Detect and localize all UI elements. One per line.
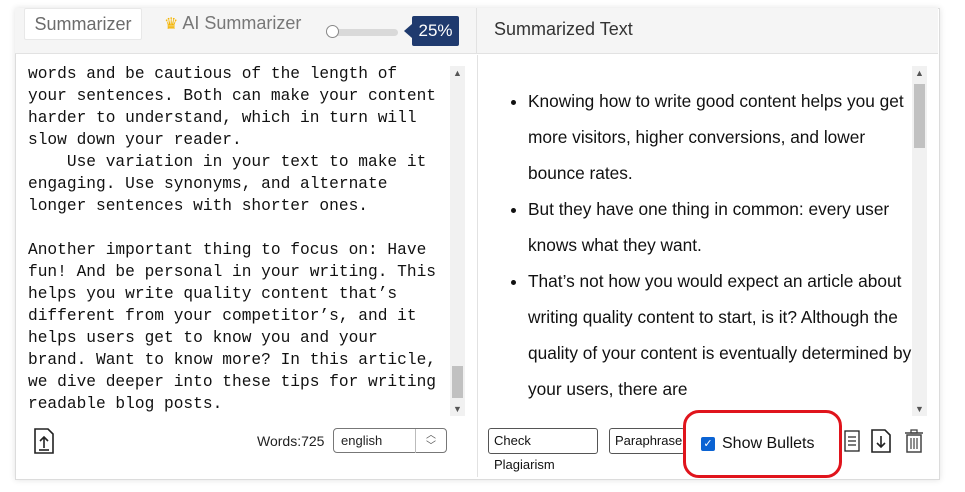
check-plagiarism-button[interactable]: Check Plagiarism xyxy=(488,428,598,472)
list-item: Knowing how to write good content helps … xyxy=(528,83,913,191)
copy-icon[interactable] xyxy=(844,430,860,452)
language-select[interactable]: english ︿ ﹀ xyxy=(333,428,447,453)
list-item: That’s not how you would expect an artic… xyxy=(528,263,913,407)
input-scrollbar[interactable]: ▲ ▼ xyxy=(450,66,465,416)
language-value: english xyxy=(341,433,383,448)
show-bullets-checkbox[interactable]: ✓ xyxy=(701,437,715,451)
summary-percent-badge: 25% xyxy=(404,16,459,46)
summary-length-slider-thumb[interactable] xyxy=(326,25,339,38)
tab-ai-summarizer-label: AI Summarizer xyxy=(182,13,302,33)
summarized-text-title: Summarized Text xyxy=(494,19,633,39)
input-scrollbar-thumb[interactable] xyxy=(452,366,463,398)
scroll-down-icon[interactable]: ▼ xyxy=(450,402,465,416)
output-scrollbar-thumb[interactable] xyxy=(914,84,925,148)
word-count: Words:725 xyxy=(257,433,325,449)
summary-bullet-list: Knowing how to write good content helps … xyxy=(508,83,913,407)
tab-ai-summarizer[interactable]: ♛ AI Summarizer xyxy=(164,8,301,38)
scroll-up-icon[interactable]: ▲ xyxy=(450,66,465,80)
crown-icon: ♛ xyxy=(164,16,179,33)
download-icon[interactable] xyxy=(870,428,892,454)
summary-output: Knowing how to write good content helps … xyxy=(508,83,913,407)
header-divider xyxy=(476,8,477,53)
upload-icon[interactable] xyxy=(33,427,55,455)
trash-icon[interactable] xyxy=(903,428,925,454)
input-pane: words and be cautious of the length of y… xyxy=(16,55,476,477)
chevron-updown-icon: ︿ ﹀ xyxy=(415,429,446,453)
paraphrase-button[interactable]: Paraphrase xyxy=(609,428,685,454)
pane-divider xyxy=(477,55,478,477)
list-item: But they have one thing in common: every… xyxy=(528,191,913,263)
scroll-up-icon[interactable]: ▲ xyxy=(912,66,927,80)
show-bullets-label[interactable]: Show Bullets xyxy=(722,435,815,453)
scroll-down-icon[interactable]: ▼ xyxy=(912,402,927,416)
tab-summarizer[interactable]: Summarizer xyxy=(24,8,142,40)
input-text-area[interactable]: words and be cautious of the length of y… xyxy=(28,63,448,413)
output-scrollbar[interactable]: ▲ ▼ xyxy=(912,66,927,416)
